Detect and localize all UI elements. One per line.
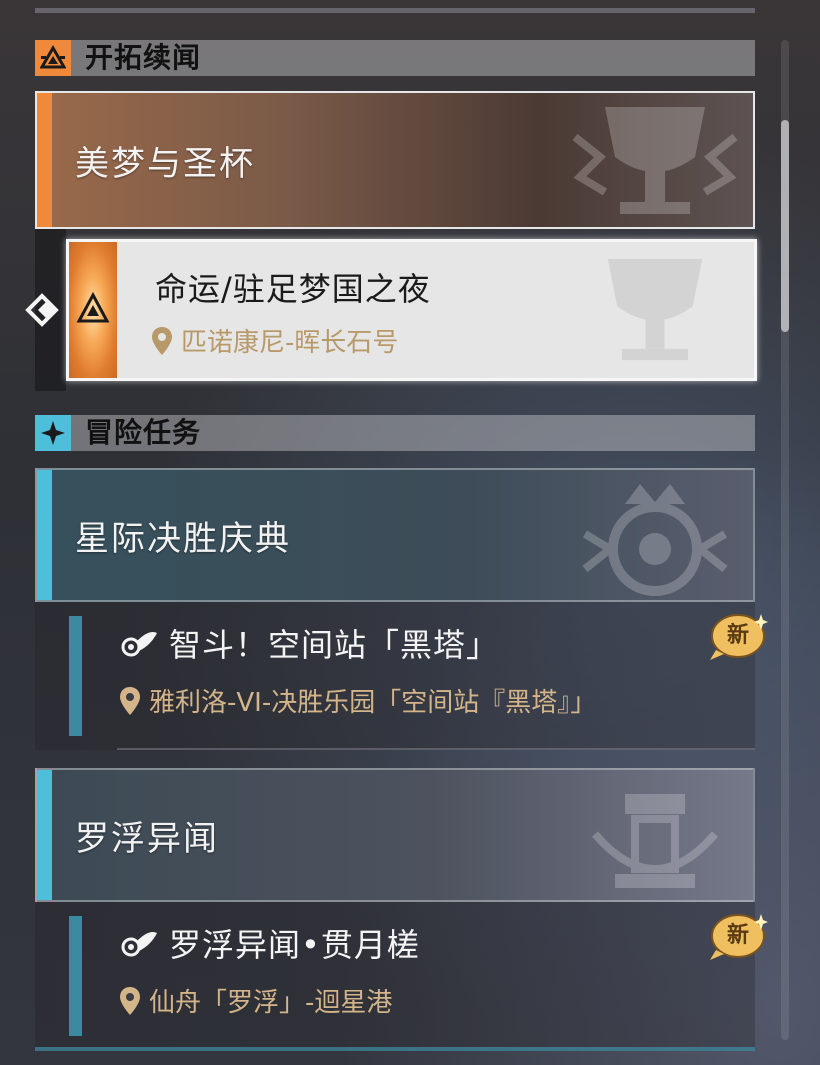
- section-header-adventure: 冒险任务: [35, 415, 755, 451]
- group-accent-bar: [37, 93, 52, 227]
- quest-location-text: 雅利洛-VI-决胜乐园「空间站『黑塔』」: [149, 688, 597, 718]
- new-badge-text: 新: [726, 923, 749, 948]
- selected-pointer-icon: [25, 293, 59, 327]
- group-title: 美梦与圣杯: [75, 143, 255, 184]
- adventure-star-icon: [35, 415, 71, 451]
- xianzhou-emblem-icon: [591, 794, 719, 888]
- section-header-trailblaze: 开拓续闻: [35, 40, 755, 76]
- quest-divider: [117, 748, 755, 750]
- crown-emblem-icon: [582, 484, 728, 596]
- quest-title-row: 罗浮异闻•贯月槎: [119, 920, 420, 966]
- bottom-divider: [35, 1047, 755, 1051]
- quest-accent-bar: [69, 616, 82, 736]
- quest-title: 罗浮异闻•贯月槎: [169, 926, 420, 964]
- adventure-mission-icon: [121, 932, 157, 957]
- quest-group-interstellar-festival[interactable]: 星际决胜庆典: [35, 468, 755, 602]
- quest-location-text: 仙舟「罗浮」-迴星港: [149, 988, 393, 1018]
- group-accent-bar: [37, 470, 52, 600]
- group-title: 星际决胜庆典: [75, 518, 291, 559]
- quest-location: 匹诺康尼-晖长石号: [151, 322, 398, 359]
- quest-title: 智斗！空间站「黑塔」: [169, 626, 500, 664]
- location-pin-icon: [120, 986, 140, 1015]
- adventure-mission-icon: [121, 632, 157, 657]
- quest-group-luofu-tales[interactable]: 罗浮异闻: [35, 768, 755, 902]
- quest-group-sweet-dreams[interactable]: 美梦与圣杯: [35, 91, 755, 229]
- trailblaze-triangle-icon: [35, 40, 71, 76]
- group-title: 罗浮异闻: [75, 818, 219, 859]
- grail-emblem-icon: [607, 259, 703, 361]
- quest-item[interactable]: 智斗！空间站「黑塔」 雅利洛-VI-决胜乐园「空间站『黑塔』」: [35, 602, 755, 750]
- quest-location: 雅利洛-VI-决胜乐园「空间站『黑塔』」: [119, 682, 596, 719]
- quest-title: 命运/驻足梦国之夜: [155, 270, 431, 308]
- quest-location: 仙舟「罗浮」-迴星港: [119, 982, 392, 1019]
- scrollbar-thumb[interactable]: [781, 120, 789, 332]
- new-badge-text: 新: [726, 623, 749, 648]
- location-pin-icon: [120, 686, 140, 715]
- group-accent-bar: [37, 770, 52, 900]
- quest-accent-bar: [69, 916, 82, 1036]
- quest-item-selected[interactable]: 命运/驻足梦国之夜 匹诺康尼-晖长石号: [66, 239, 757, 381]
- scrollbar-track[interactable]: [781, 40, 789, 1040]
- grail-emblem-icon: [572, 107, 738, 214]
- location-pin-icon: [152, 326, 172, 355]
- quest-location-text: 匹诺康尼-晖长石号: [181, 328, 399, 358]
- new-badge: 新: [706, 910, 768, 962]
- section-title: 开拓续闻: [85, 41, 202, 74]
- trailblaze-triangle-icon: [76, 291, 110, 323]
- quest-item[interactable]: 罗浮异闻•贯月槎 仙舟「罗浮」-迴星港: [35, 902, 755, 1047]
- top-divider: [35, 8, 755, 13]
- quest-title-row: 智斗！空间站「黑塔」: [119, 620, 499, 666]
- new-badge: 新: [706, 610, 768, 662]
- section-title: 冒险任务: [85, 416, 202, 449]
